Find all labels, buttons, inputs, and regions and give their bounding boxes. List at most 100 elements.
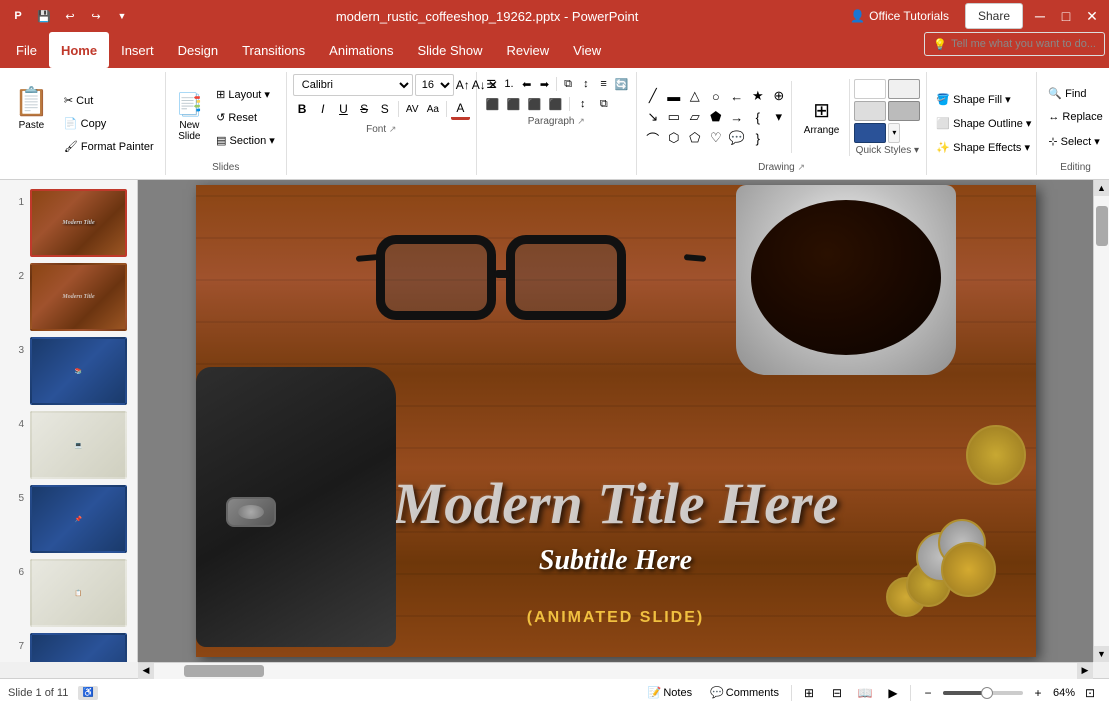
shapes-dropdown[interactable]: ▾	[769, 107, 789, 127]
tell-me-box[interactable]: 💡 Tell me what you want to do...	[924, 32, 1105, 56]
paste-button[interactable]: 📋 Paste	[6, 72, 57, 144]
connector-shape[interactable]: ⌒	[643, 128, 663, 148]
copy-button[interactable]: 📄 Copy	[59, 113, 159, 135]
convert-smartart-button[interactable]: 🔄	[613, 74, 630, 94]
bracket-left[interactable]: {	[748, 107, 768, 127]
style-swatch-5[interactable]	[854, 123, 886, 143]
slide-thumb-3[interactable]: 3 📚	[10, 337, 127, 405]
quick-styles-dropdown[interactable]: ▾	[888, 123, 900, 143]
zoom-in-button[interactable]: +	[1027, 682, 1049, 704]
drawing-dialog-launcher[interactable]: ↗	[798, 162, 806, 172]
scroll-thumb[interactable]	[1096, 206, 1108, 246]
slide-show-button[interactable]: ▶	[882, 682, 904, 704]
customize-qat-button[interactable]: ▼	[112, 6, 132, 26]
right-arrow-shape[interactable]: →	[727, 107, 747, 127]
zoom-slider[interactable]	[943, 691, 1023, 695]
office-tutorials-button[interactable]: 👤 Office Tutorials	[842, 6, 957, 26]
increase-indent-button[interactable]: ➡	[536, 74, 553, 94]
parallelogram-shape[interactable]: ▱	[685, 107, 705, 127]
bracket-right[interactable]: }	[748, 128, 768, 148]
minimize-button[interactable]: ─	[1031, 7, 1049, 25]
slide-image-6[interactable]: 📋	[30, 559, 127, 627]
style-swatch-1[interactable]	[854, 79, 886, 99]
slide-image-1[interactable]: Modern Title ★	[30, 189, 127, 257]
slide-canvas[interactable]: Modern Title Here Subtitle Here (ANIMATE…	[196, 185, 1036, 657]
zoom-thumb[interactable]	[981, 687, 993, 699]
slide-thumb-6[interactable]: 6 📋	[10, 559, 127, 627]
slide-thumb-1[interactable]: 1 Modern Title ★	[10, 189, 127, 257]
menu-design[interactable]: Design	[166, 32, 230, 68]
justify-button[interactable]: ⬛	[546, 94, 566, 114]
font-name-select[interactable]: Calibri	[293, 74, 413, 96]
h-scroll-thumb[interactable]	[184, 665, 264, 677]
font-grow-button[interactable]: A↑	[456, 74, 470, 96]
char-spacing-button[interactable]: AV	[403, 98, 422, 120]
slide-image-5[interactable]: 📌	[30, 485, 127, 553]
slide-thumb-2[interactable]: 2 Modern Title	[10, 263, 127, 331]
undo-button[interactable]: ↩	[60, 6, 80, 26]
font-size-select[interactable]: 16	[415, 74, 454, 96]
share-button[interactable]: Share	[965, 3, 1023, 29]
menu-animations[interactable]: Animations	[317, 32, 405, 68]
replace-button[interactable]: ↔ Replace	[1043, 106, 1107, 128]
menu-view[interactable]: View	[561, 32, 613, 68]
select-button[interactable]: ⊹ Select ▾	[1043, 130, 1107, 152]
change-case-button[interactable]: Aa	[424, 98, 443, 120]
style-swatch-3[interactable]	[854, 101, 886, 121]
align-center-button[interactable]: ⬛	[504, 94, 524, 114]
style-swatch-2[interactable]	[888, 79, 920, 99]
italic-button[interactable]: I	[313, 98, 332, 120]
add-column-button[interactable]: ⧉	[594, 94, 614, 114]
new-slide-button[interactable]: 📑 NewSlide	[172, 89, 207, 145]
snip-rect-shape[interactable]: ⬡	[664, 128, 684, 148]
scroll-right-button[interactable]: ▶	[1077, 663, 1093, 679]
style-swatch-4[interactable]	[888, 101, 920, 121]
callout-shape[interactable]: 💬	[727, 128, 747, 148]
h-scroll-track[interactable]	[154, 663, 1077, 679]
slide-thumb-4[interactable]: 4 💻	[10, 411, 127, 479]
save-button[interactable]: 💾	[34, 6, 54, 26]
text-direction-button[interactable]: ↕	[577, 74, 594, 94]
slide-sorter-button[interactable]: ⊟	[826, 682, 848, 704]
comments-button[interactable]: 💬 Comments	[704, 682, 785, 704]
heart-shape[interactable]: ♡	[706, 128, 726, 148]
decrease-indent-button[interactable]: ⬅	[518, 74, 535, 94]
rounded-rect-shape[interactable]: ▭	[664, 107, 684, 127]
line-shape[interactable]: ╱	[643, 86, 663, 106]
menu-insert[interactable]: Insert	[109, 32, 166, 68]
notes-button[interactable]: 📝 Notes	[642, 682, 698, 704]
accessibility-button[interactable]: ♿	[78, 686, 98, 700]
slide-thumb-5[interactable]: 5 📌	[10, 485, 127, 553]
find-button[interactable]: 🔍 Find	[1043, 82, 1107, 104]
strikethrough-button[interactable]: S	[355, 98, 374, 120]
section-button[interactable]: ▤ Section ▾	[211, 129, 280, 151]
columns-button[interactable]: ⧉	[560, 74, 577, 94]
pentagon-shape[interactable]: ⬠	[685, 128, 705, 148]
reset-button[interactable]: ↺ Reset	[211, 106, 280, 128]
font-dialog-launcher[interactable]: ↗	[389, 124, 397, 134]
slide-image-3[interactable]: 📚	[30, 337, 127, 405]
menu-transitions[interactable]: Transitions	[230, 32, 317, 68]
numbering-button[interactable]: 1.	[501, 74, 518, 94]
fit-slide-button[interactable]: ⊡	[1079, 682, 1101, 704]
left-arrow-shape[interactable]: ←	[727, 86, 747, 106]
paragraph-dialog-launcher[interactable]: ↗	[577, 116, 585, 126]
shape-fill-button[interactable]: 🪣 Shape Fill ▾	[931, 89, 1032, 111]
more-shapes[interactable]: ⊕	[769, 86, 789, 106]
align-right-button[interactable]: ⬛	[525, 94, 545, 114]
close-button[interactable]: ✕	[1083, 7, 1101, 25]
cut-button[interactable]: ✂ Cut	[59, 90, 159, 112]
format-painter-button[interactable]: 🖌 Format Painter	[59, 136, 159, 158]
normal-view-button[interactable]: ⊞	[798, 682, 820, 704]
arrow-shape[interactable]: ↘	[643, 107, 663, 127]
slide-image-7[interactable]: 📝	[30, 633, 127, 662]
shape-effects-button[interactable]: ✨ Shape Effects ▾	[931, 137, 1032, 159]
circle-shape[interactable]: ○	[706, 86, 726, 106]
slide-thumb-7[interactable]: 7 📝	[10, 633, 127, 662]
align-left-button[interactable]: ⬛	[483, 94, 503, 114]
pentagon2-shape[interactable]: ⬟	[706, 107, 726, 127]
reading-view-button[interactable]: 📖	[854, 682, 876, 704]
scroll-up-button[interactable]: ▲	[1094, 180, 1109, 196]
menu-review[interactable]: Review	[495, 32, 562, 68]
rect-shape[interactable]: ▬	[664, 86, 684, 106]
